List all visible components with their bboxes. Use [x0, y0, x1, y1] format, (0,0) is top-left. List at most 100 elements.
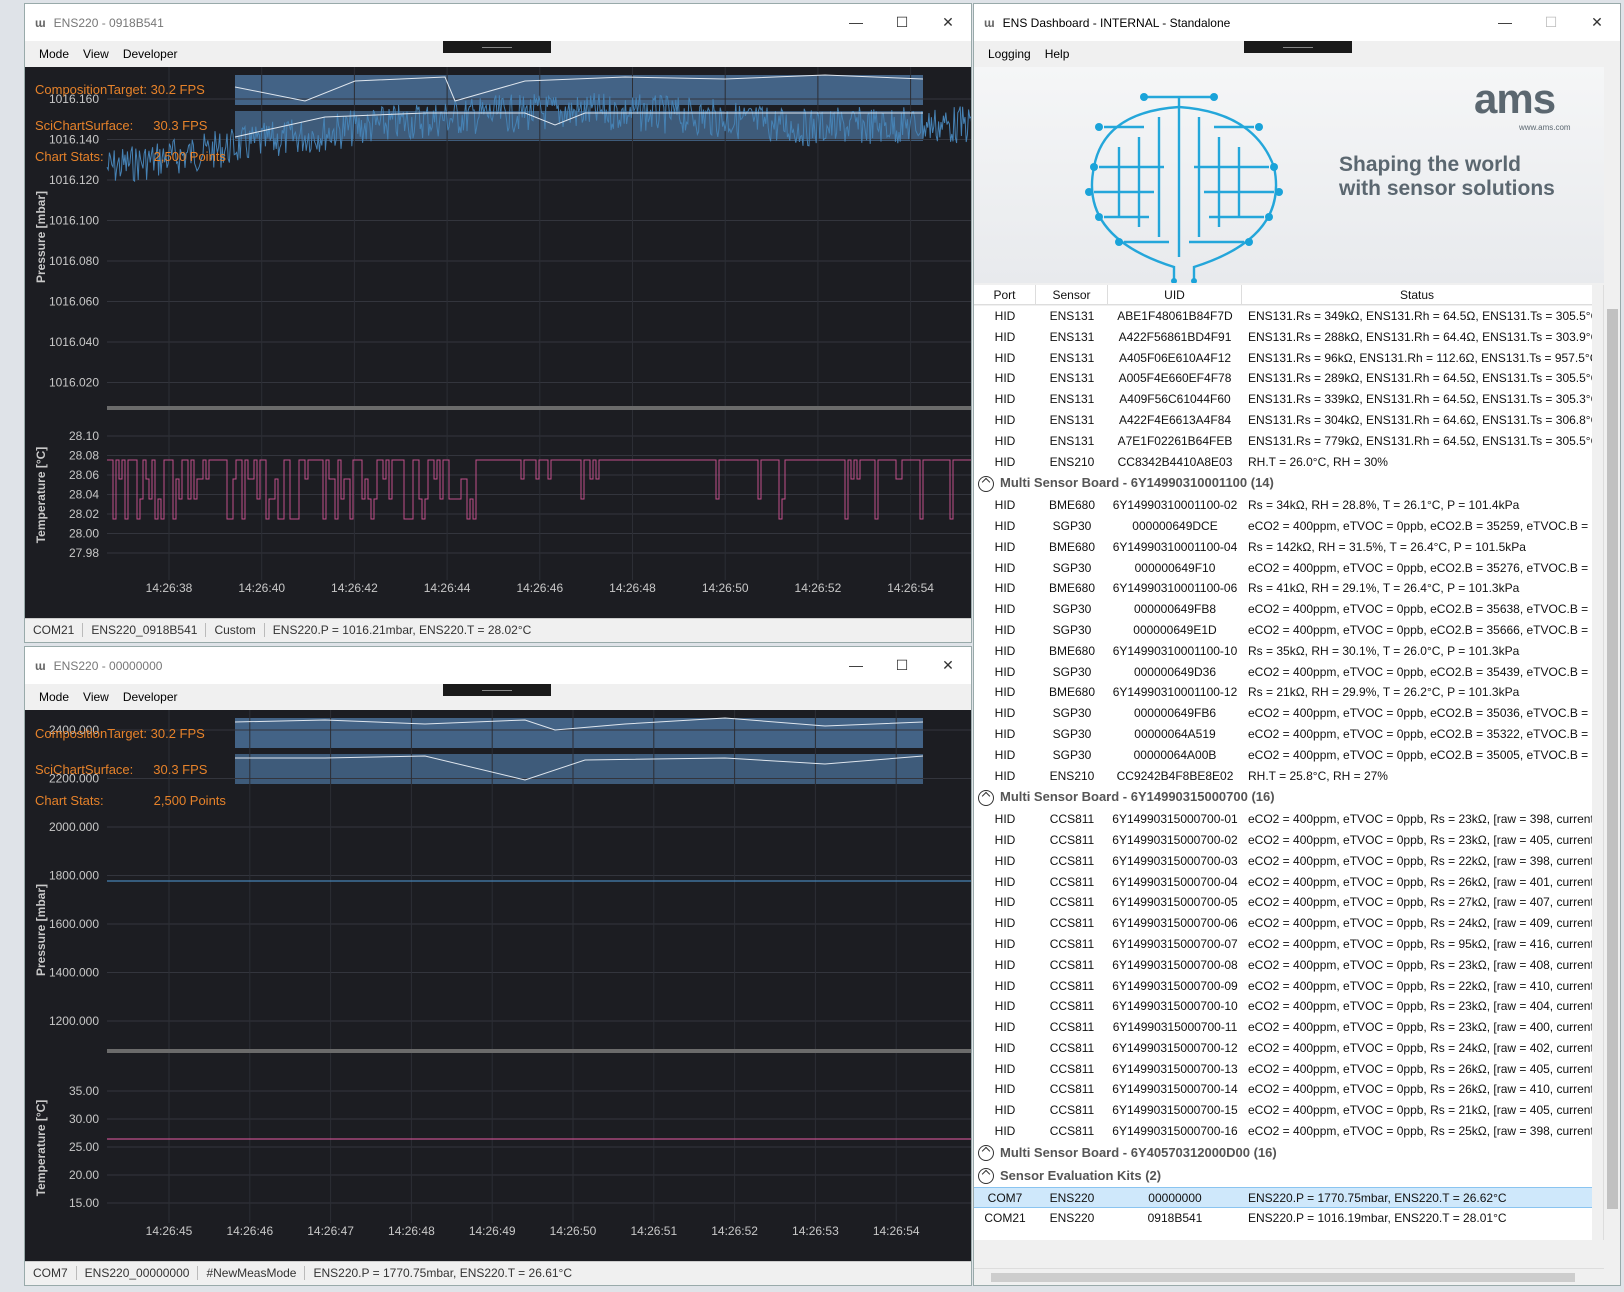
table-row[interactable]: HID BME680 6Y14990310001100-06 Rs = 41kΩ, R…	[974, 578, 1592, 599]
table-row[interactable]: HID CCS811 6Y14990315000700-11 eCO2 = 400pp…	[974, 1017, 1592, 1038]
table-row[interactable]: COM21 ENS220 0918B541 ENS220.P = 1016.19mba…	[974, 1208, 1592, 1229]
table-row[interactable]: HID SGP30 000000649FB6 eCO2 = 400ppm, eTVOC…	[974, 703, 1592, 724]
table-row[interactable]: HID CCS811 6Y14990315000700-13 eCO2 = 400pp…	[974, 1059, 1592, 1080]
chart-surface[interactable]: 1016.160 1016.140 1016.120 1016.100 1016.080…	[25, 67, 971, 618]
col-sensor[interactable]: Sensor	[1036, 285, 1108, 304]
table-row[interactable]: HID BME680 6Y14990310001100-02 Rs = 34kΩ, R…	[974, 495, 1592, 516]
close-icon[interactable]: ✕	[925, 4, 971, 41]
table-row[interactable]: HID ENS131 A005F4E660EF4F78 ENS131.Rs = 289…	[974, 368, 1592, 389]
collapse-chevron-icon[interactable]	[978, 1145, 994, 1162]
toolbar-grip[interactable]	[443, 684, 551, 696]
table-row[interactable]: HID CCS811 6Y14990315000700-16 eCO2 = 400pp…	[974, 1121, 1592, 1142]
pressure-tick-label: 1016.020	[49, 376, 99, 390]
collapse-chevron-icon[interactable]	[978, 475, 994, 492]
table-row[interactable]: HID CCS811 6Y14990315000700-07 eCO2 = 400pp…	[974, 934, 1592, 955]
cell-port: HID	[994, 999, 1016, 1014]
table-row[interactable]: HID CCS811 6Y14990315000700-10 eCO2 = 400pp…	[974, 996, 1592, 1017]
group-header[interactable]: Multi Sensor Board - 6Y14990315000700 (1…	[974, 786, 1592, 809]
cell-status: eCO2 = 400ppm, eTVOC = 0ppb, Rs = 23kΩ, …	[1248, 999, 1592, 1014]
cell-port: HID	[994, 1061, 1016, 1076]
table-row[interactable]: HID CCS811 6Y14990315000700-01 eCO2 = 400pp…	[974, 809, 1592, 830]
table-row[interactable]: HID SGP30 000000649E1D eCO2 = 400ppm, eTVOC…	[974, 620, 1592, 641]
maximize-icon[interactable]: ☐	[1528, 4, 1574, 41]
menu-logging[interactable]: Logging	[988, 47, 1031, 61]
table-row[interactable]: HID ENS131 A405F06E610A4F12 ENS131.Rs = 96k…	[974, 348, 1592, 369]
table-row[interactable]: HID CCS811 6Y14990315000700-06 eCO2 = 400pp…	[974, 913, 1592, 934]
menu-view[interactable]: View	[83, 690, 109, 704]
close-icon[interactable]: ✕	[1574, 4, 1620, 41]
table-row[interactable]: HID CCS811 6Y14990315000700-04 eCO2 = 400pp…	[974, 872, 1592, 893]
cell-port: HID	[994, 602, 1016, 617]
cell-port: HID	[994, 916, 1016, 931]
minimize-icon[interactable]: —	[1482, 4, 1528, 41]
cell-sensor: CCS811	[1049, 853, 1095, 868]
cell-sensor: ENS131	[1049, 412, 1095, 427]
table-row[interactable]: HID CCS811 6Y14990315000700-09 eCO2 = 400pp…	[974, 976, 1592, 997]
table-row[interactable]: HID CCS811 6Y14990315000700-15 eCO2 = 400pp…	[974, 1100, 1592, 1121]
col-uid[interactable]: UID	[1108, 285, 1242, 304]
menu-help[interactable]: Help	[1045, 47, 1070, 61]
menu-view[interactable]: View	[83, 47, 109, 61]
col-status[interactable]: Status	[1242, 285, 1592, 304]
minimize-icon[interactable]: —	[833, 4, 879, 41]
time-tick-label: 14:26:49	[469, 1224, 516, 1238]
time-tick-label: 14:26:48	[388, 1224, 435, 1238]
table-row[interactable]: HID ENS131 A7E1F02261B64FEB ENS131.Rs = 779…	[974, 431, 1592, 452]
collapse-chevron-icon[interactable]	[978, 789, 994, 806]
table-row[interactable]: HID BME680 6Y14990310001100-12 Rs = 21kΩ, R…	[974, 682, 1592, 703]
table-row[interactable]: HID SGP30 000000649D36 eCO2 = 400ppm, eTVOC…	[974, 662, 1592, 683]
table-row[interactable]: HID BME680 6Y14990310001100-04 Rs = 142kΩ, …	[974, 537, 1592, 558]
table-row[interactable]: HID BME680 6Y14990310001100-10 Rs = 35kΩ, R…	[974, 641, 1592, 662]
chart-surface[interactable]: 2400.000 2200.000 2000.000 1800.000 1600.000…	[25, 710, 971, 1261]
cell-sensor: CCS811	[1049, 1061, 1095, 1076]
table-row[interactable]: HID CCS811 6Y14990315000700-03 eCO2 = 400pp…	[974, 851, 1592, 872]
maximize-icon[interactable]: ☐	[879, 647, 925, 684]
group-header[interactable]: Sensor Evaluation Kits (2)	[974, 1165, 1592, 1188]
cell-uid: A409F56C61044F60	[1119, 392, 1231, 407]
temperature-tick-label: 25.00	[69, 1140, 99, 1154]
menu-developer[interactable]: Developer	[123, 47, 178, 61]
cell-status: ENS131.Rs = 289kΩ, ENS131.Rh = 64.5Ω, EN…	[1248, 371, 1592, 386]
table-row[interactable]: HID ENS131 ABE1F48061B84F7D ENS131.Rs = 349…	[974, 306, 1592, 327]
status-bar: COM21 ENS220_0918B541 Custom ENS220.P = …	[25, 618, 971, 640]
toolbar-grip[interactable]	[1244, 41, 1352, 53]
toolbar-grip[interactable]	[443, 41, 551, 53]
table-row[interactable]: HID ENS131 A409F56C61044F60 ENS131.Rs = 339…	[974, 389, 1592, 410]
maximize-icon[interactable]: ☐	[879, 4, 925, 41]
collapse-chevron-icon[interactable]	[978, 1168, 994, 1185]
menu-mode[interactable]: Mode	[39, 47, 69, 61]
scroll-thumb[interactable]	[1607, 309, 1618, 1209]
table-row[interactable]: HID SGP30 00000064A519 eCO2 = 400ppm, eTVOC…	[974, 724, 1592, 745]
table-row[interactable]: HID CCS811 6Y14990315000700-05 eCO2 = 400pp…	[974, 892, 1592, 913]
table-row[interactable]: HID SGP30 000000649DCE eCO2 = 400ppm, eTVOC…	[974, 516, 1592, 537]
table-row[interactable]: HID SGP30 000000649FB8 eCO2 = 400ppm, eTVOC…	[974, 599, 1592, 620]
menu-mode[interactable]: Mode	[39, 690, 69, 704]
minimize-icon[interactable]: —	[833, 647, 879, 684]
title-bar[interactable]: ɯ ENS220 - 0918B541 — ☐ ✕	[25, 4, 971, 41]
horizontal-scrollbar[interactable]	[974, 1268, 1604, 1285]
vertical-scrollbar[interactable]	[1603, 285, 1620, 1240]
cell-status: ENS131.Rs = 96kΩ, ENS131.Rh = 112.6Ω, EN…	[1248, 350, 1592, 365]
group-header[interactable]: Multi Sensor Board - 6Y40570312000D00 (1…	[974, 1142, 1592, 1165]
table-row[interactable]: HID SGP30 00000064A00B eCO2 = 400ppm, eTVOC…	[974, 745, 1592, 766]
table-row[interactable]: HID CCS811 6Y14990315000700-14 eCO2 = 400pp…	[974, 1079, 1592, 1100]
table-row[interactable]: HID CCS811 6Y14990315000700-12 eCO2 = 400pp…	[974, 1038, 1592, 1059]
table-row[interactable]: HID ENS210 CC8342B4410A8E03 RH.T = 26.0°C, …	[974, 452, 1592, 473]
cell-sensor: CCS811	[1049, 1040, 1095, 1055]
close-icon[interactable]: ✕	[925, 647, 971, 684]
table-row[interactable]: HID ENS210 CC9242B4F8BE8E02 RH.T = 25.8°C, …	[974, 766, 1592, 787]
table-row[interactable]: HID SGP30 000000649F10 eCO2 = 400ppm, eTVOC…	[974, 558, 1592, 579]
col-port[interactable]: Port	[974, 285, 1036, 304]
cell-status: eCO2 = 400ppm, eTVOC = 0ppb, Rs = 23kΩ, …	[1248, 832, 1592, 847]
title-bar[interactable]: ɯ ENS220 - 00000000 — ☐ ✕	[25, 647, 971, 684]
cell-status: Rs = 21kΩ, RH = 29.9%, T = 26.2°C, P = 1…	[1248, 685, 1520, 700]
group-header[interactable]: Multi Sensor Board - 6Y14990310001100 (1…	[974, 472, 1592, 495]
table-row[interactable]: HID CCS811 6Y14990315000700-02 eCO2 = 400pp…	[974, 830, 1592, 851]
title-bar[interactable]: ɯ ENS Dashboard - INTERNAL - Standalone …	[974, 4, 1620, 41]
table-row[interactable]: HID ENS131 A422F4E6613A4F84 ENS131.Rs = 304…	[974, 410, 1592, 431]
table-row[interactable]: COM7 ENS220 00000000 ENS220.P = 1770.75mbar…	[974, 1187, 1592, 1209]
scroll-thumb[interactable]	[991, 1273, 1575, 1282]
table-row[interactable]: HID CCS811 6Y14990315000700-08 eCO2 = 400pp…	[974, 955, 1592, 976]
menu-developer[interactable]: Developer	[123, 690, 178, 704]
table-row[interactable]: HID ENS131 A422F56861BD4F91 ENS131.Rs = 288…	[974, 327, 1592, 348]
